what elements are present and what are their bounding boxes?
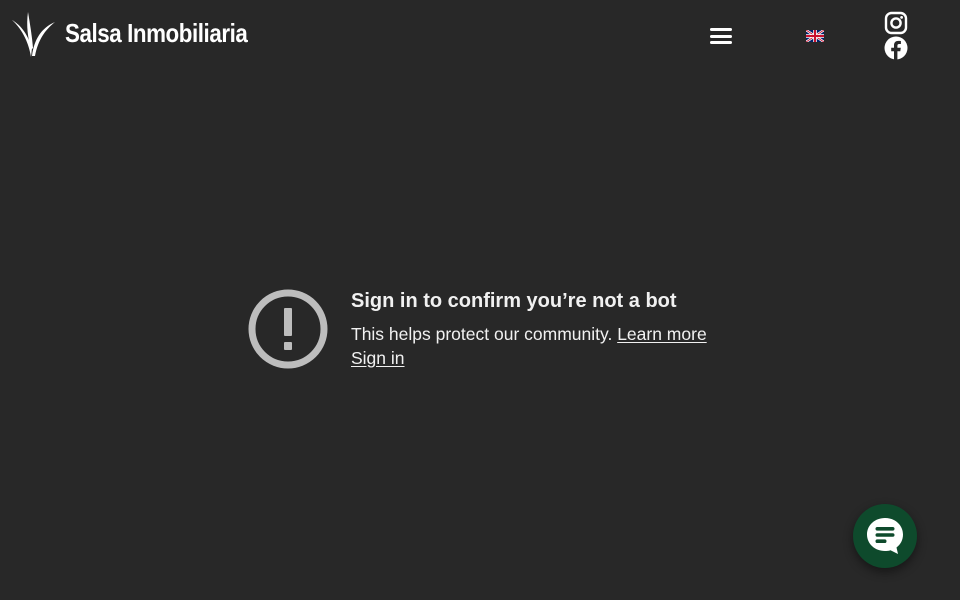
notice-body: Sign in to confirm you’re not a bot This… [351, 288, 707, 370]
learn-more-link[interactable]: Learn more [617, 324, 707, 344]
hamburger-menu-icon [710, 28, 732, 31]
chat-button[interactable] [853, 504, 917, 568]
uk-flag-icon[interactable] [806, 30, 824, 42]
sign-in-link[interactable]: Sign in [351, 346, 405, 370]
social-links [883, 11, 909, 60]
notice-message-line: This helps protect our community. Learn … [351, 322, 707, 346]
hamburger-menu-icon-bar [710, 41, 732, 44]
notice-message: This helps protect our community. [351, 324, 613, 344]
chat-bubble-icon [867, 518, 903, 554]
instagram-icon[interactable] [884, 11, 908, 35]
brand-name: Salsa Inmobiliaria [65, 17, 248, 48]
exclamation-circle-icon [248, 289, 328, 369]
page: Salsa Inmobiliaria Sign in to confirm yo… [0, 0, 960, 600]
palm-leaf-logo-icon [12, 12, 55, 57]
hamburger-menu-icon-bar [710, 34, 732, 38]
bot-check-notice: Sign in to confirm you’re not a bot This… [247, 288, 707, 370]
facebook-icon[interactable] [884, 36, 908, 60]
menu-button[interactable] [709, 26, 733, 46]
notice-title: Sign in to confirm you’re not a bot [351, 290, 677, 312]
brand-logo[interactable]: Salsa Inmobiliaria [9, 10, 277, 58]
